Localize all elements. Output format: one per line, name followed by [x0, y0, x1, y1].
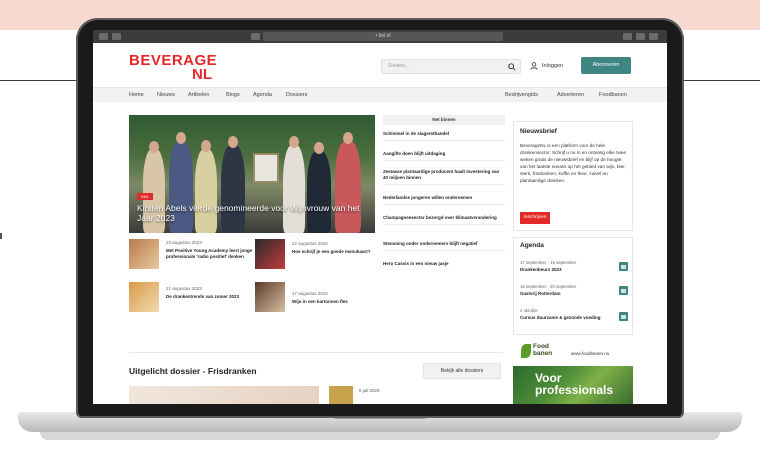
article-thumbnail[interactable] [255, 282, 285, 312]
article-title[interactable]: Hoe schrijf je een goede menukaart? [292, 249, 372, 255]
background-line [0, 80, 80, 81]
back-button[interactable] [99, 33, 108, 40]
article-date: 17 augustus 2023 [292, 291, 328, 296]
ad-text: Voor professionals [535, 371, 614, 397]
nav-item-agenda[interactable]: Agenda [253, 92, 272, 98]
laptop-screen: • bnl.nl BEVERAGE NL Zoeken... Inloggen … [93, 30, 667, 404]
dossier-image[interactable] [129, 386, 319, 404]
foodbanen-ad[interactable]: Voor professionals [513, 366, 633, 404]
article-date: 22 augustus 2023 [292, 241, 328, 246]
agenda-event-date: 17 september - 19 september [520, 260, 577, 265]
article-title[interactable]: Wijn in een kartonnen fles [292, 299, 372, 305]
nav-item-home[interactable]: Home [129, 92, 144, 98]
background-line [680, 80, 760, 81]
nav-item-adverteren[interactable]: Adverteren [557, 92, 584, 98]
latest-item[interactable]: Stemming onder ondernemers blijft negati… [383, 241, 505, 251]
calendar-icon[interactable] [619, 262, 628, 271]
nav-item-foodbanen[interactable]: Foodbanen [599, 92, 627, 98]
dossier-title: Uitgelicht dossier - Frisdranken [129, 366, 257, 376]
article-thumbnail[interactable] [129, 282, 159, 312]
nav-item-nieuws[interactable]: Nieuws [157, 92, 175, 98]
nav-item-bedrijvengids[interactable]: Bedrijvengids [505, 92, 538, 98]
article-title[interactable]: Met Positive Young Academy leert jonge p… [166, 248, 256, 260]
sidebar-toggle-button[interactable] [251, 33, 260, 40]
agenda-title: Agenda [520, 242, 544, 249]
latest-item[interactable]: Aangifte doen blijft uitdaging [383, 151, 505, 161]
latest-item[interactable]: Schimmel in de slagersthandel [383, 131, 505, 141]
search-icon[interactable] [508, 63, 516, 71]
foodbanen-url[interactable]: www.foodbanen.nu [571, 351, 609, 356]
agenda-event-date: 18 september - 20 september [520, 284, 577, 289]
share-button[interactable] [623, 33, 632, 40]
agenda-event-name[interactable]: Gastvrij Rotterdam [520, 291, 610, 297]
foodbanen-logo-bottom: banen [533, 350, 553, 357]
calendar-icon[interactable] [619, 312, 628, 321]
user-icon [530, 62, 538, 70]
newsletter-subscribe-button[interactable]: Inschrijven [520, 212, 550, 224]
dossier-thumbnail[interactable] [329, 386, 353, 404]
article-title[interactable]: De drankentrends van zomer 2023 [166, 294, 246, 300]
search-input[interactable]: Zoeken... [381, 59, 521, 74]
latest-news: Net binnen Schimmel in de slagersthandel… [383, 115, 505, 266]
leaf-icon [521, 344, 531, 358]
newsletter-text: BeverageNL is een platform voor de hele … [520, 143, 627, 183]
foodbanen-logo[interactable]: Food banen [521, 342, 561, 360]
hero-photo-figure [228, 136, 238, 148]
login-label: Inloggen [542, 63, 564, 69]
latest-item[interactable]: Champagneesector bezorgd over klimaatver… [383, 215, 505, 225]
calendar-icon[interactable] [619, 286, 628, 295]
hero-photo-figure [201, 140, 211, 152]
article-thumbnail[interactable] [255, 239, 285, 269]
foodbanen-logo-text: Food banen [533, 343, 552, 357]
subscribe-button[interactable]: Abonneren [581, 57, 631, 74]
hero-title[interactable]: Kirsten Abels vierde genomineerde voor W… [137, 203, 373, 223]
nav-item-artikelen[interactable]: Artikelen [188, 92, 209, 98]
article-thumbnail[interactable] [129, 239, 159, 269]
agenda-event-date: 2 oktober [520, 308, 538, 313]
article-date: 21 augustus 2023 [166, 286, 202, 291]
latest-item[interactable]: Zeeuwse plantaardige producent haalt inv… [383, 169, 505, 185]
latest-tab[interactable]: Net binnen [383, 115, 505, 125]
background-mark [0, 233, 2, 239]
newsletter-title: Nieuwsbrief [520, 128, 557, 135]
browser-bar: • bnl.nl [93, 30, 667, 43]
foodbanen-logo-top: Food [533, 343, 549, 350]
hero-photo-figure [149, 141, 159, 153]
hero-photo-figure [314, 142, 324, 154]
section-divider [129, 352, 503, 353]
hero-photo-certificate [253, 153, 279, 183]
latest-item[interactable]: Nederlandse jongeren willen ondernemen [383, 195, 505, 205]
site-logo[interactable]: BEVERAGE NL [129, 52, 229, 83]
forward-button[interactable] [112, 33, 121, 40]
hero-photo-figure [176, 132, 186, 144]
login-link[interactable]: Inloggen [530, 61, 563, 71]
nav-item-dossiers[interactable]: Dossiers [286, 92, 307, 98]
hero-photo-figure [343, 132, 353, 144]
logo-text-bottom: NL [192, 66, 212, 83]
tabs-button[interactable] [649, 33, 658, 40]
new-tab-button[interactable] [636, 33, 645, 40]
dossier-date: 6 juli 2023 [359, 388, 380, 393]
agenda-event-name[interactable]: Cursus duurzame & gezonde voeding [520, 315, 610, 321]
latest-item[interactable]: Hero Cassis in een nieuw jasje [383, 261, 505, 270]
article-date: 23 augustus 2023 [166, 240, 202, 245]
newsletter-box: Nieuwsbrief BeverageNL is een platform v… [513, 121, 633, 231]
search-placeholder: Zoeken... [388, 63, 409, 69]
nav-item-blogs[interactable]: Blogs [226, 92, 240, 98]
agenda-box: Agenda 17 september - 19 september Drank… [513, 237, 633, 335]
all-dossiers-button[interactable]: Bekijk alle dossiers [423, 363, 501, 379]
hero-photo-figure [289, 136, 299, 148]
agenda-event-name[interactable]: Drankenbeurs 2023 [520, 267, 610, 273]
hero-article[interactable]: BNL Kirsten Abels vierde genomineerde vo… [129, 115, 375, 233]
main-nav: Home Nieuws Artikelen Blogs Agenda Dossi… [93, 87, 667, 102]
url-bar[interactable]: • bnl.nl [263, 32, 503, 41]
hero-tag: BNL [137, 193, 153, 200]
laptop-shadow [40, 432, 720, 440]
